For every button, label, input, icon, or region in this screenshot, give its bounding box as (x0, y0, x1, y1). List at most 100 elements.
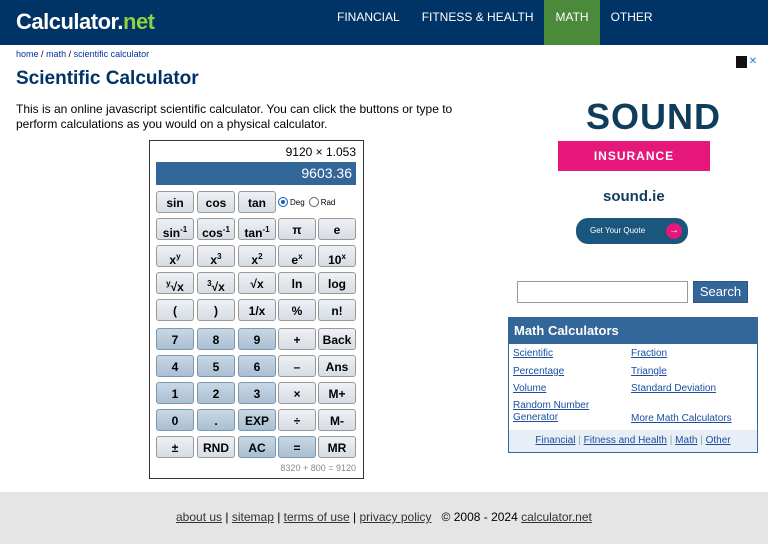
divide-button[interactable]: ÷ (278, 409, 316, 431)
random-button[interactable]: RND (197, 436, 235, 458)
tan-button[interactable]: tan (238, 191, 276, 213)
nav-fitness-health[interactable]: FITNESS & HEALTH (411, 0, 545, 45)
footer-link-financial[interactable]: Financial (535, 435, 575, 446)
site-footer: about us | sitemap | terms of use | priv… (0, 492, 768, 544)
plus-button[interactable]: + (278, 328, 316, 350)
equals-button[interactable]: = (278, 436, 316, 458)
memory-plus-button[interactable]: M+ (318, 382, 356, 404)
ad-close[interactable]: ✕ (736, 56, 758, 68)
power-button[interactable]: xy (156, 245, 194, 267)
separator: | (669, 435, 673, 446)
breadcrumb-sep: / (41, 49, 44, 59)
ln-button[interactable]: ln (278, 272, 316, 294)
nav-other[interactable]: OTHER (600, 0, 664, 45)
digit-0-button[interactable]: 0 (156, 409, 194, 431)
back-button[interactable]: Back (318, 328, 356, 350)
link-standard-deviation[interactable]: Standard Deviation (631, 383, 716, 394)
footer-terms[interactable]: terms of use (284, 510, 350, 524)
sin-button[interactable]: sin (156, 191, 194, 213)
sqrt-button[interactable]: √x (238, 272, 276, 294)
footer-link-math[interactable]: Math (675, 435, 697, 446)
arrow-right-icon: → (666, 223, 682, 239)
all-clear-button[interactable]: AC (238, 436, 276, 458)
sign-button[interactable]: ± (156, 436, 194, 458)
breadcrumb-current[interactable]: scientific calculator (74, 49, 150, 59)
breadcrumb-math[interactable]: math (46, 49, 66, 59)
search-button[interactable]: Search (693, 281, 748, 303)
nav-math[interactable]: MATH (544, 0, 600, 45)
link-fraction[interactable]: Fraction (631, 348, 667, 359)
footer-link-other[interactable]: Other (706, 435, 731, 446)
digit-4-button[interactable]: 4 (156, 355, 194, 377)
digit-5-button[interactable]: 5 (197, 355, 235, 377)
advertisement[interactable]: ✕ SOUND INSURANCE sound.ie Get Your Quot… (510, 56, 758, 266)
digit-1-button[interactable]: 1 (156, 382, 194, 404)
cube-button[interactable]: x3 (197, 245, 235, 267)
top-header: Calculator.net FINANCIAL FITNESS & HEALT… (0, 0, 768, 45)
rad-label: Rad (320, 197, 336, 207)
search-input[interactable] (517, 281, 688, 303)
ten-power-button[interactable]: 10x (318, 245, 356, 267)
calc-display: 9603.36 (156, 162, 356, 185)
lparen-button[interactable]: ( (156, 299, 194, 321)
factorial-button[interactable]: n! (318, 299, 356, 321)
footer-privacy[interactable]: privacy policy (360, 510, 432, 524)
digit-7-button[interactable]: 7 (156, 328, 194, 350)
calc-history: 8320 + 800 = 9120 (280, 463, 356, 473)
separator: | (578, 435, 581, 446)
panel-footer: Financial | Fitness and Health | Math | … (509, 430, 757, 452)
panel-title: Math Calculators (509, 318, 757, 344)
pi-button[interactable]: π (278, 218, 316, 240)
scientific-calculator: 9120 × 1.053 9603.36 sin cos tan Deg Rad… (149, 140, 364, 479)
square-button[interactable]: x2 (238, 245, 276, 267)
digit-3-button[interactable]: 3 (238, 382, 276, 404)
minus-button[interactable]: – (278, 355, 316, 377)
footer-about[interactable]: about us (176, 510, 222, 524)
link-triangle[interactable]: Triangle (631, 366, 667, 377)
ad-cta-button[interactable]: Get Your Quote → (576, 218, 688, 244)
memory-minus-button[interactable]: M- (318, 409, 356, 431)
times-button[interactable]: × (278, 382, 316, 404)
arccos-button[interactable]: cos-1 (197, 218, 235, 240)
footer-sitemap[interactable]: sitemap (232, 510, 274, 524)
digit-6-button[interactable]: 6 (238, 355, 276, 377)
reciprocal-button[interactable]: 1/x (238, 299, 276, 321)
close-icon[interactable]: ✕ (748, 56, 758, 68)
link-random-number[interactable]: Random Number Generator (513, 400, 608, 424)
link-percentage[interactable]: Percentage (513, 366, 564, 377)
nav-financial[interactable]: FINANCIAL (326, 0, 411, 45)
exp-e-button[interactable]: ex (278, 245, 316, 267)
ad-tagline: INSURANCE (558, 141, 710, 171)
digit-8-button[interactable]: 8 (197, 328, 235, 350)
link-more-math[interactable]: More Math Calculators (631, 413, 732, 424)
cos-button[interactable]: cos (197, 191, 235, 213)
site-logo[interactable]: Calculator.net (16, 8, 155, 36)
arctan-button[interactable]: tan-1 (238, 218, 276, 240)
breadcrumb-home[interactable]: home (16, 49, 39, 59)
arcsin-button[interactable]: sin-1 (156, 218, 194, 240)
link-scientific[interactable]: Scientific (513, 348, 553, 359)
deg-radio[interactable] (278, 197, 288, 207)
rparen-button[interactable]: ) (197, 299, 235, 321)
link-volume[interactable]: Volume (513, 383, 546, 394)
exp-button[interactable]: EXP (238, 409, 276, 431)
ad-headline: SOUND (586, 96, 722, 137)
yroot-button[interactable]: y√x (156, 272, 194, 294)
digit-9-button[interactable]: 9 (238, 328, 276, 350)
ad-site: sound.ie (603, 188, 665, 205)
e-button[interactable]: e (318, 218, 356, 240)
cuberoot-button[interactable]: 3√x (197, 272, 235, 294)
math-calculators-panel: Math Calculators Scientific Fraction Per… (508, 317, 758, 453)
percent-button[interactable]: % (278, 299, 316, 321)
decimal-button[interactable]: . (197, 409, 235, 431)
footer-link-fitness[interactable]: Fitness and Health (584, 435, 667, 446)
footer-site-link[interactable]: calculator.net (521, 510, 592, 524)
digit-2-button[interactable]: 2 (197, 382, 235, 404)
log-button[interactable]: log (318, 272, 356, 294)
copyright: © 2008 - 2024 (441, 510, 518, 524)
memory-recall-button[interactable]: MR (318, 436, 356, 458)
logo-tld: net (123, 9, 155, 34)
rad-radio[interactable] (308, 197, 319, 207)
ans-button[interactable]: Ans (318, 355, 356, 377)
calc-expression: 9120 × 1.053 (285, 145, 356, 159)
